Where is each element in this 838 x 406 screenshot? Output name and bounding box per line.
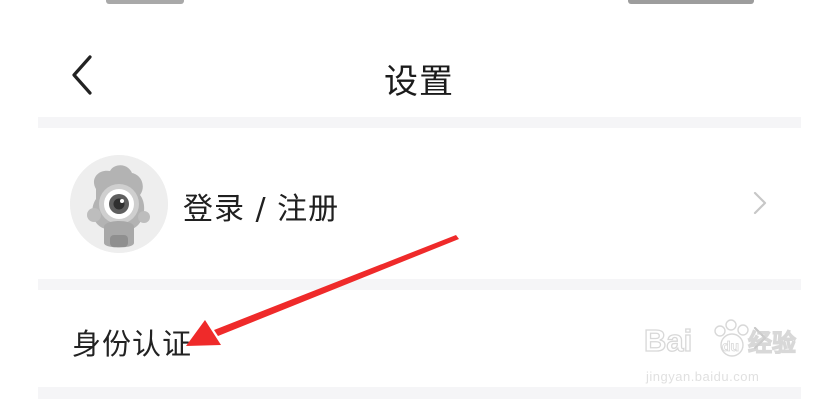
status-bar-left-indicator — [106, 0, 184, 4]
login-register-label: 登录 / 注册 — [183, 192, 340, 227]
page-title: 设置 — [384, 62, 454, 102]
settings-screen: 设置 登录 / 注册 身份认证 Bai du 经验 jingyan.baidu.… — [0, 0, 838, 406]
watermark: Bai du 经验 jingyan.baidu.com — [642, 315, 802, 391]
section-divider — [38, 117, 801, 128]
baidu-jingyan-logo: Bai du 经验 — [643, 319, 797, 359]
watermark-url: jingyan.baidu.com — [646, 369, 760, 384]
status-bar — [0, 0, 838, 8]
avatar — [70, 155, 168, 253]
navigation-bar: 设置 — [0, 38, 838, 116]
svg-text:Bai: Bai — [644, 323, 692, 358]
identity-verification-label: 身份认证 — [72, 327, 193, 361]
login-register-row[interactable]: 登录 / 注册 — [38, 129, 801, 278]
section-divider — [38, 279, 801, 290]
svg-text:du: du — [722, 338, 739, 354]
svg-text:经验: 经验 — [748, 329, 796, 357]
robot-avatar-icon — [70, 155, 168, 253]
status-bar-right-indicator — [628, 0, 754, 4]
chevron-right-icon — [753, 191, 767, 215]
